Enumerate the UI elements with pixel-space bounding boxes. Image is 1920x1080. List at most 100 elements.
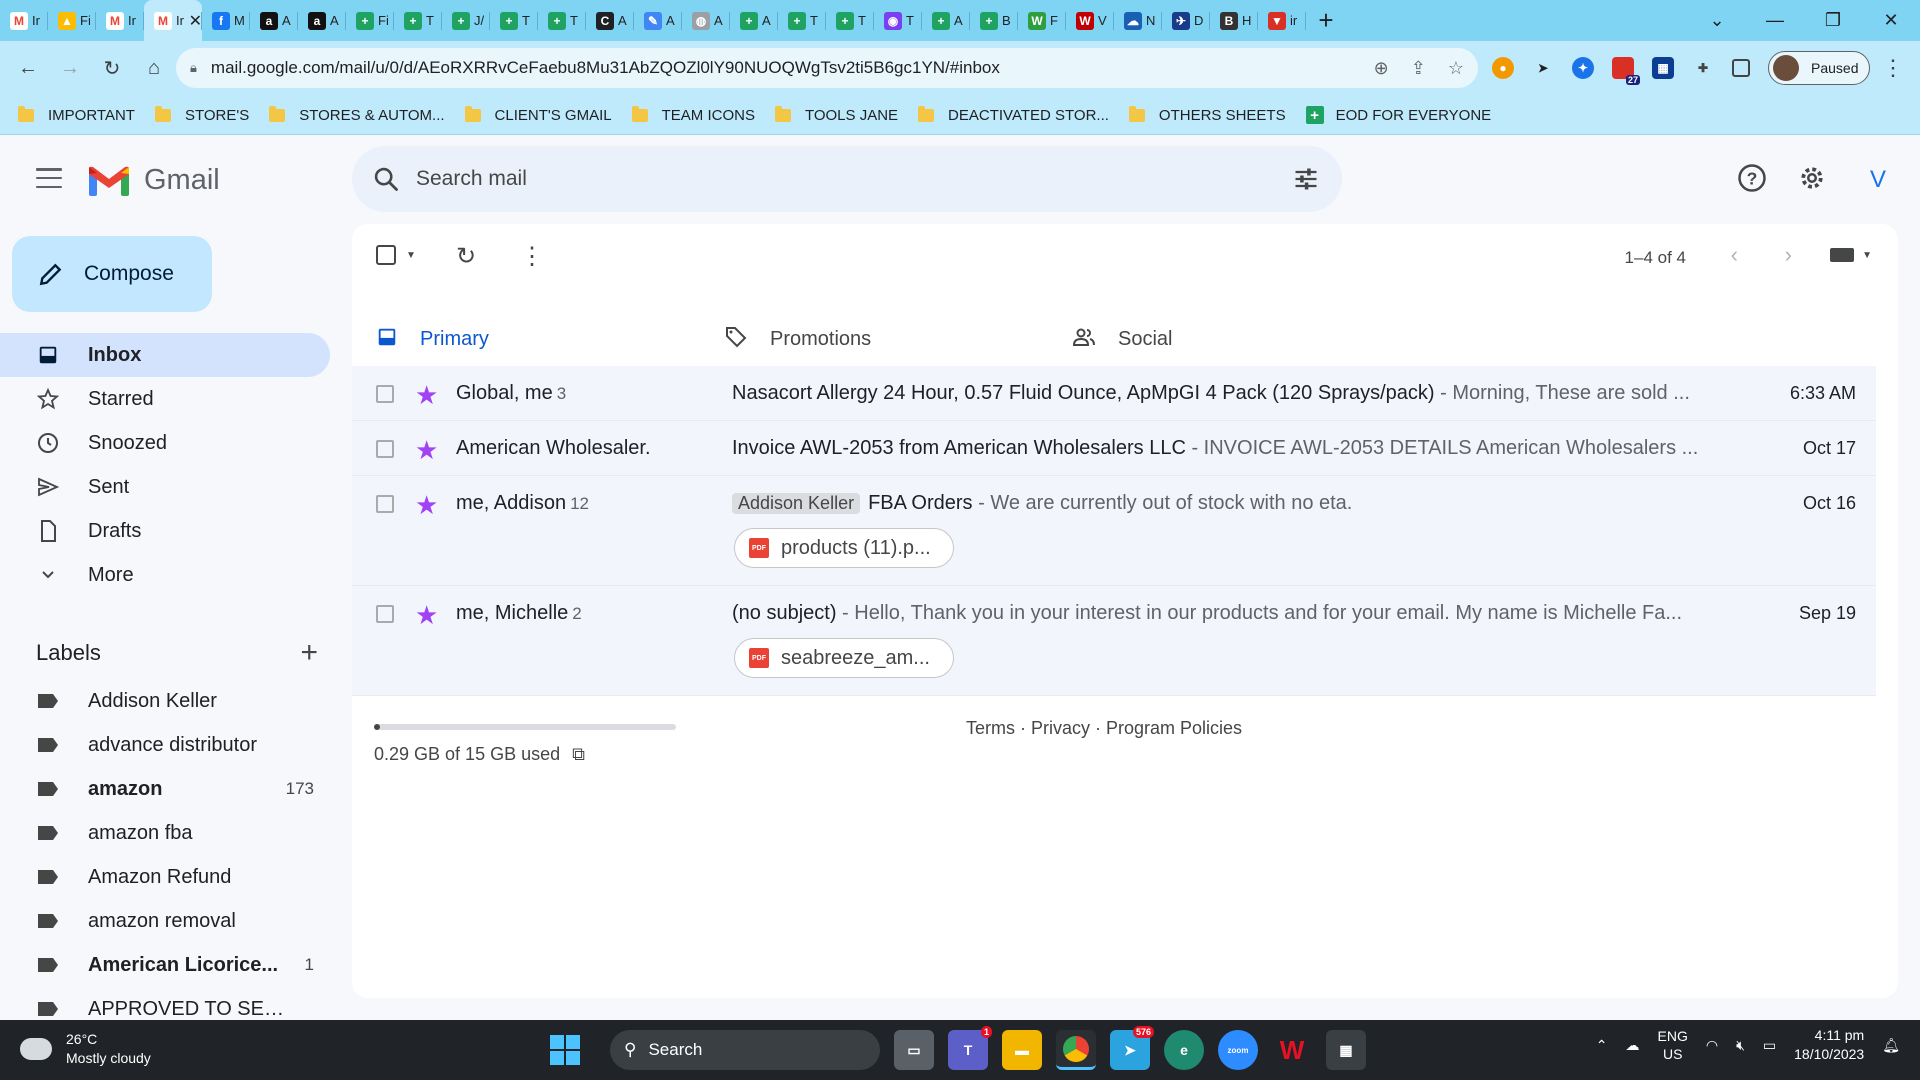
browser-tab[interactable]: + A — [730, 0, 778, 41]
browser-tab-active[interactable]: M Ir ✕ — [144, 0, 202, 41]
browser-tab[interactable]: ☁ N — [1114, 0, 1162, 41]
more-actions-icon[interactable]: ⋮ — [520, 242, 544, 271]
bookmark-item[interactable]: TOOLS JANE — [774, 105, 898, 124]
bookmark-item[interactable]: STORE'S — [154, 105, 249, 124]
browser-tab[interactable]: + J/ — [442, 0, 490, 41]
select-all-checkbox[interactable]: ▼ — [376, 245, 416, 265]
browser-tab[interactable]: + A — [922, 0, 970, 41]
browser-tab[interactable]: + Fi — [346, 0, 394, 41]
maximize-icon[interactable]: ❐ — [1804, 10, 1862, 31]
browser-tab[interactable]: aA — [298, 0, 346, 41]
language-indicator[interactable]: ENG US — [1658, 1027, 1688, 1063]
browser-tab[interactable]: BH — [1210, 0, 1258, 41]
close-tab-icon[interactable]: ✕ — [189, 11, 202, 31]
telegram-icon[interactable]: ➤ 576 — [1110, 1026, 1154, 1070]
gmail-logo[interactable]: Gmail — [88, 164, 220, 197]
url-text[interactable]: mail.google.com/mail/u/0/d/AEoRXRRvCeFae… — [211, 58, 1000, 78]
home-icon[interactable]: ⌂ — [134, 49, 174, 89]
footer-links[interactable]: Terms · Privacy · Program Policies — [966, 718, 1242, 739]
label-item[interactable]: amazon fba — [0, 811, 330, 855]
row-checkbox[interactable] — [376, 440, 394, 458]
account-avatar[interactable]: V — [1858, 160, 1898, 200]
weather-widget[interactable]: 26°C Mostly cloudy — [20, 1030, 151, 1068]
settings-gear-icon[interactable] — [1794, 160, 1830, 196]
star-icon[interactable]: ★ — [415, 600, 438, 631]
profile-button[interactable]: Paused — [1768, 51, 1870, 85]
taskbar-search[interactable]: ⚲ Search — [610, 1030, 880, 1070]
calculator-icon[interactable]: ▦ — [1326, 1030, 1366, 1070]
browser-tab[interactable]: ▲ Fi — [48, 0, 96, 41]
label-chip[interactable]: Addison Keller — [732, 493, 861, 514]
search-icon[interactable] — [372, 165, 400, 193]
bookmark-item[interactable]: TEAM ICONS — [631, 105, 755, 124]
browser-tab[interactable]: + T — [538, 0, 586, 41]
attachment-chip[interactable]: PDF seabreeze_am... — [734, 638, 954, 678]
volume-muted-icon[interactable]: 🔇︎ — [1736, 1037, 1745, 1054]
browser-tab[interactable]: WV — [1066, 0, 1114, 41]
zoom-icon[interactable]: ⊕ — [1374, 58, 1389, 79]
add-label-icon[interactable]: + — [300, 636, 318, 670]
row-checkbox[interactable] — [376, 385, 394, 403]
extension-calendar-icon[interactable]: 27 — [1612, 57, 1640, 85]
label-item[interactable]: amazon 173 — [0, 767, 330, 811]
bookmark-item[interactable]: OTHERS SHEETS — [1128, 105, 1286, 124]
compose-button[interactable]: Compose — [12, 236, 212, 312]
windows-start-icon[interactable] — [550, 1035, 580, 1065]
extension-blue-icon[interactable]: ✦ — [1572, 57, 1594, 79]
browser-menu-icon[interactable]: ⋮ — [1882, 55, 1904, 81]
row-checkbox[interactable] — [376, 605, 394, 623]
search-options-icon[interactable] — [1292, 165, 1320, 193]
browser-tab[interactable]: ◍ A — [682, 0, 730, 41]
browser-tab[interactable]: + T — [394, 0, 442, 41]
minimize-icon[interactable]: — — [1746, 10, 1804, 31]
label-item[interactable]: Addison Keller — [0, 679, 330, 723]
sidebar-item-drafts[interactable]: Drafts — [0, 509, 330, 553]
refresh-icon[interactable]: ↻ — [456, 242, 476, 271]
search-input[interactable] — [416, 167, 1216, 191]
browser-tab[interactable]: fM — [202, 0, 250, 41]
email-row[interactable]: ★ American Wholesaler. Invoice AWL-2053 fr… — [352, 421, 1876, 476]
search-bar[interactable] — [352, 146, 1342, 212]
browser-tab[interactable]: CA — [586, 0, 634, 41]
browser-tab[interactable]: + T — [826, 0, 874, 41]
lock-icon[interactable]: 🔒︎ — [190, 60, 197, 76]
sidebar-item-sent[interactable]: Sent — [0, 465, 330, 509]
browser-tab[interactable]: M Ir — [96, 0, 144, 41]
bookmark-star-icon[interactable]: ☆ — [1448, 58, 1464, 79]
share-icon[interactable]: ⇪ — [1411, 58, 1426, 79]
wps-office-icon[interactable]: W — [1272, 1030, 1312, 1070]
sidebar-item-more[interactable]: More — [0, 553, 330, 597]
tray-overflow-icon[interactable]: ⌃ — [1596, 1037, 1608, 1054]
bookmark-item[interactable]: CLIENT'S GMAIL — [464, 105, 612, 124]
label-item[interactable]: American Licorice... 1 — [0, 943, 330, 987]
sidebar-item-snoozed[interactable]: Snoozed — [0, 421, 330, 465]
puzzle-icon[interactable]: ✚ — [1692, 57, 1714, 79]
tab-search-icon[interactable]: ⌄ — [1688, 10, 1746, 31]
address-bar[interactable]: 🔒︎ mail.google.com/mail/u/0/d/AEoRXRRvCe… — [176, 48, 1478, 88]
side-panel-icon[interactable] — [1732, 59, 1750, 77]
input-tools-icon[interactable]: ▼ — [1830, 248, 1872, 262]
browser-tab[interactable]: ✈ D — [1162, 0, 1210, 41]
browser-tab[interactable]: M Ir — [0, 0, 48, 41]
chrome-icon[interactable] — [1056, 1030, 1096, 1070]
bookmark-item[interactable]: STORES & AUTOM... — [269, 105, 445, 124]
main-menu-icon[interactable] — [36, 168, 62, 188]
star-icon[interactable]: ★ — [415, 380, 438, 411]
browser-tab[interactable]: ◉ T — [874, 0, 922, 41]
teams-icon[interactable]: T1 — [948, 1026, 992, 1070]
star-icon[interactable]: ★ — [415, 490, 438, 521]
newer-page-icon[interactable]: ‹ — [1731, 242, 1738, 268]
wifi-icon[interactable]: ◠ — [1706, 1037, 1718, 1054]
row-checkbox[interactable] — [376, 495, 394, 513]
browser-tab[interactable]: ▼ ir — [1258, 0, 1306, 41]
extension-arrow-icon[interactable]: ➤ — [1532, 57, 1554, 79]
bookmark-item[interactable]: DEACTIVATED STOR... — [918, 105, 1109, 124]
older-page-icon[interactable]: › — [1785, 242, 1792, 268]
browser-tab[interactable]: + T — [490, 0, 538, 41]
email-row[interactable]: ★ me, Addison 12 Addison Keller FBA Orders -… — [352, 476, 1876, 586]
file-explorer-icon[interactable]: ▬ — [1002, 1030, 1042, 1070]
bookmark-item[interactable]: + EOD FOR EVERYONE — [1305, 106, 1491, 124]
new-tab-button[interactable]: + — [1306, 0, 1346, 41]
sidebar-item-starred[interactable]: Starred — [0, 377, 330, 421]
browser-tab[interactable]: + B — [970, 0, 1018, 41]
